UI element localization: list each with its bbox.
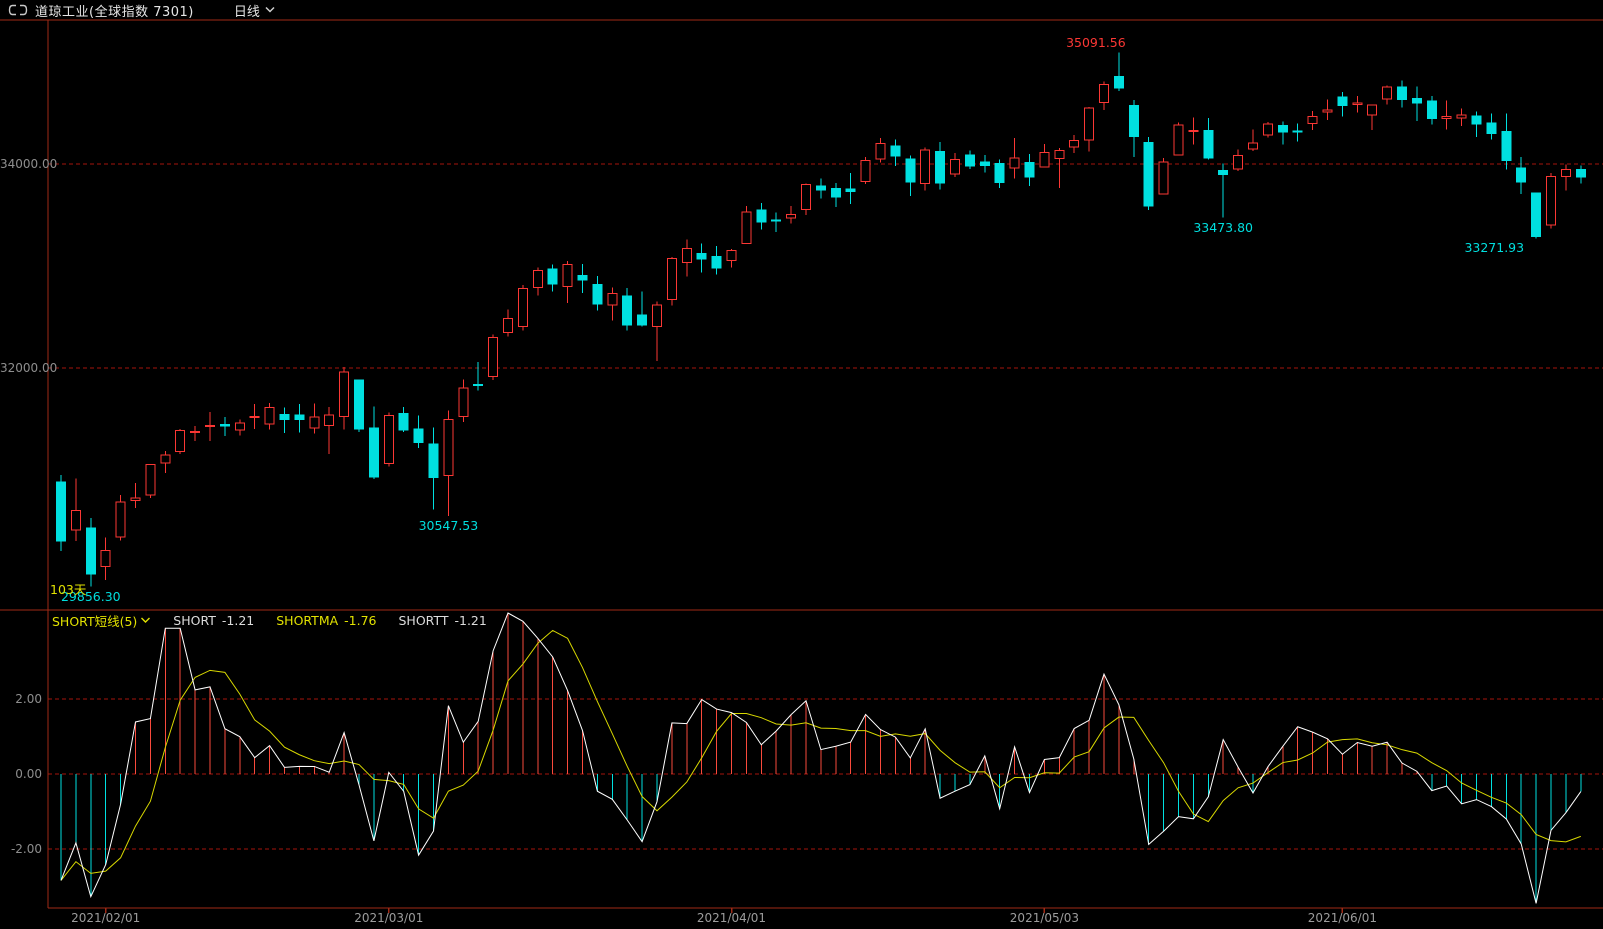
oscillator-axis-label: 2.00 bbox=[0, 692, 42, 706]
chart-annotation: 33271.93 bbox=[1454, 241, 1524, 255]
chart-annotation: 33473.80 bbox=[1188, 221, 1258, 235]
oscillator-axis-label: -2.00 bbox=[0, 842, 42, 856]
indicator-selector[interactable]: SHORT短线(5) bbox=[52, 611, 151, 630]
indicator-readout-shortma: SHORTMA-1.76 bbox=[276, 613, 376, 628]
app-root: { "toolbar": { "title": "道琼工业(全球指数 7301)… bbox=[0, 0, 1603, 929]
toolbar: 道琼工业(全球指数 7301) 日线 bbox=[0, 0, 1603, 20]
period-label: 日线 bbox=[234, 1, 260, 20]
date-label: 2021/02/01 bbox=[61, 911, 151, 925]
chevron-down-icon bbox=[140, 617, 151, 624]
date-label: 2021/03/01 bbox=[344, 911, 434, 925]
symbol-title: 道琼工业(全球指数 7301) bbox=[35, 1, 194, 20]
period-selector[interactable]: 日线 bbox=[234, 1, 276, 20]
chart-annotation: 103天 bbox=[50, 583, 86, 597]
chevron-down-icon bbox=[264, 6, 276, 14]
date-label: 2021/04/01 bbox=[687, 911, 777, 925]
oscillator-axis-label: 0.00 bbox=[0, 767, 42, 781]
chart-annotation: 30547.53 bbox=[413, 519, 483, 533]
price-axis-label: 32000.00 bbox=[0, 361, 42, 375]
indicator-name: SHORT短线(5) bbox=[52, 611, 137, 630]
indicator-readout-short: SHORT-1.21 bbox=[173, 613, 254, 628]
date-label: 2021/06/01 bbox=[1297, 911, 1387, 925]
indicator-header: SHORT短线(5) SHORT-1.21 SHORTMA-1.76 SHORT… bbox=[52, 611, 487, 629]
chart-annotation: 35091.56 bbox=[1061, 36, 1131, 50]
price-axis-label: 34000.00 bbox=[0, 157, 42, 171]
indicator-readout-shortt: SHORTT-1.21 bbox=[399, 613, 487, 628]
candlestick-chart[interactable] bbox=[0, 0, 1603, 929]
date-label: 2021/05/03 bbox=[999, 911, 1089, 925]
link-icon[interactable] bbox=[7, 3, 29, 17]
